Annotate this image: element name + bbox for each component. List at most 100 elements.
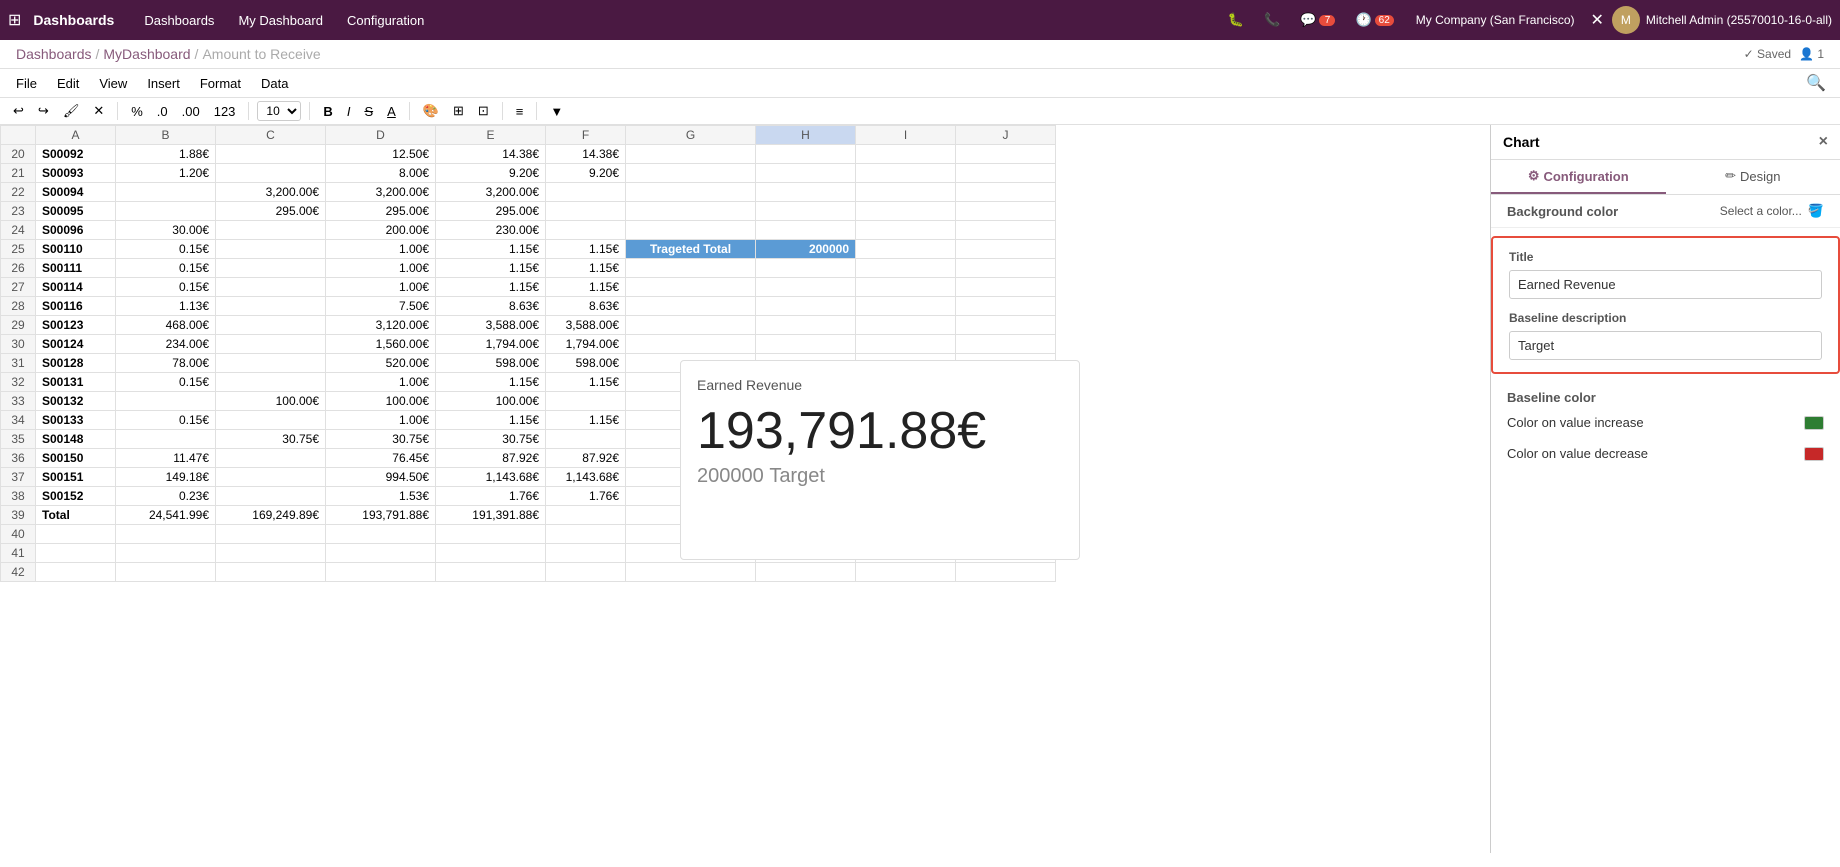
cell-a[interactable]: S00151 [36, 468, 116, 487]
cell-c[interactable]: 3,200.00€ [216, 183, 326, 202]
baseline-input[interactable] [1509, 331, 1822, 360]
cell-f[interactable] [546, 221, 626, 240]
cell-g[interactable] [626, 278, 756, 297]
cell-j[interactable] [956, 563, 1056, 582]
activity-icon-btn[interactable]: 🕐 62 [1349, 10, 1399, 30]
cell-i[interactable] [856, 221, 956, 240]
bold-button[interactable]: B [318, 102, 337, 121]
cell-h[interactable] [756, 164, 856, 183]
cell-e[interactable]: 230.00€ [436, 221, 546, 240]
cell-f[interactable]: 1.15€ [546, 411, 626, 430]
menu-edit[interactable]: Edit [49, 73, 87, 94]
cell-h[interactable] [756, 202, 856, 221]
cell-f[interactable]: 1.15€ [546, 259, 626, 278]
red-color-swatch[interactable] [1804, 447, 1824, 461]
cell-a[interactable] [36, 525, 116, 544]
cell-a[interactable]: S00131 [36, 373, 116, 392]
cell-f[interactable]: 598.00€ [546, 354, 626, 373]
cell-e[interactable]: 598.00€ [436, 354, 546, 373]
cell-b[interactable] [116, 563, 216, 582]
col-header-h[interactable]: H [756, 126, 856, 145]
tab-design[interactable]: ✏ Design [1666, 160, 1840, 194]
cell-c[interactable] [216, 544, 326, 563]
cell-j[interactable] [956, 297, 1056, 316]
percent-button[interactable]: % [126, 102, 148, 121]
cell-d[interactable]: 295.00€ [326, 202, 436, 221]
cell-i[interactable] [856, 202, 956, 221]
cell-e[interactable]: 100.00€ [436, 392, 546, 411]
cell-j[interactable] [956, 183, 1056, 202]
cell-d[interactable]: 1.00€ [326, 373, 436, 392]
cell-d[interactable]: 994.50€ [326, 468, 436, 487]
cell-c[interactable] [216, 563, 326, 582]
cell-h[interactable] [756, 316, 856, 335]
cell-b[interactable] [116, 525, 216, 544]
cell-j[interactable] [956, 145, 1056, 164]
cell-c[interactable]: 100.00€ [216, 392, 326, 411]
cell-d[interactable] [326, 525, 436, 544]
col-header-e[interactable]: E [436, 126, 546, 145]
cell-h[interactable] [756, 221, 856, 240]
cell-c[interactable] [216, 335, 326, 354]
cell-h[interactable]: 200000 [756, 240, 856, 259]
menu-insert[interactable]: Insert [139, 73, 188, 94]
cell-d[interactable]: 1.53€ [326, 487, 436, 506]
cell-a[interactable]: S00096 [36, 221, 116, 240]
cell-i[interactable] [856, 145, 956, 164]
cell-b[interactable] [116, 183, 216, 202]
menu-file[interactable]: File [8, 73, 45, 94]
cell-i[interactable] [856, 240, 956, 259]
cell-c[interactable] [216, 468, 326, 487]
tab-configuration[interactable]: ⚙ Configuration [1491, 160, 1666, 194]
green-color-swatch[interactable] [1804, 416, 1824, 430]
cell-f[interactable] [546, 430, 626, 449]
debug-icon-btn[interactable]: 🐛 [1222, 10, 1250, 30]
cell-d[interactable]: 30.75€ [326, 430, 436, 449]
cell-i[interactable] [856, 335, 956, 354]
cell-b[interactable] [116, 392, 216, 411]
cell-f[interactable]: 87.92€ [546, 449, 626, 468]
cell-j[interactable] [956, 202, 1056, 221]
cell-g[interactable] [626, 297, 756, 316]
cell-d[interactable]: 12.50€ [326, 145, 436, 164]
menu-view[interactable]: View [91, 73, 135, 94]
cell-d[interactable]: 3,200.00€ [326, 183, 436, 202]
cell-e[interactable]: 3,200.00€ [436, 183, 546, 202]
cell-b[interactable]: 468.00€ [116, 316, 216, 335]
cell-b[interactable]: 0.15€ [116, 411, 216, 430]
cell-f[interactable]: 3,588.00€ [546, 316, 626, 335]
select-color-button[interactable]: Select a color... 🪣 [1720, 203, 1824, 219]
cell-a[interactable]: S00133 [36, 411, 116, 430]
cell-g[interactable] [626, 202, 756, 221]
cell-g[interactable] [626, 335, 756, 354]
cell-i[interactable] [856, 183, 956, 202]
col-header-i[interactable]: I [856, 126, 956, 145]
breadcrumb-dashboards[interactable]: Dashboards [16, 46, 92, 62]
cell-a[interactable]: S00148 [36, 430, 116, 449]
cell-d[interactable] [326, 563, 436, 582]
cell-d[interactable]: 1.00€ [326, 411, 436, 430]
cell-g[interactable]: Trageted Total [626, 240, 756, 259]
cell-f[interactable]: 14.38€ [546, 145, 626, 164]
cell-f[interactable]: 1.76€ [546, 487, 626, 506]
cell-e[interactable]: 14.38€ [436, 145, 546, 164]
cell-j[interactable] [956, 278, 1056, 297]
cell-f[interactable]: 1,794.00€ [546, 335, 626, 354]
cell-e[interactable]: 9.20€ [436, 164, 546, 183]
cell-a[interactable]: S00128 [36, 354, 116, 373]
cell-b[interactable]: 1.13€ [116, 297, 216, 316]
cell-f[interactable] [546, 506, 626, 525]
nav-item-dashboards[interactable]: Dashboards [134, 9, 224, 32]
paint-format-button[interactable]: 🖌 [58, 101, 85, 121]
align-button[interactable]: ≡ [511, 102, 529, 121]
nav-item-configuration[interactable]: Configuration [337, 9, 434, 32]
cell-a[interactable] [36, 544, 116, 563]
close-panel-button[interactable]: × [1819, 133, 1828, 151]
cell-b[interactable]: 0.15€ [116, 259, 216, 278]
cell-e[interactable]: 1,143.68€ [436, 468, 546, 487]
col-header-c[interactable]: C [216, 126, 326, 145]
cell-c[interactable] [216, 487, 326, 506]
cell-h[interactable] [756, 259, 856, 278]
redo-button[interactable]: ↪ [33, 101, 54, 121]
cell-f[interactable]: 1.15€ [546, 240, 626, 259]
